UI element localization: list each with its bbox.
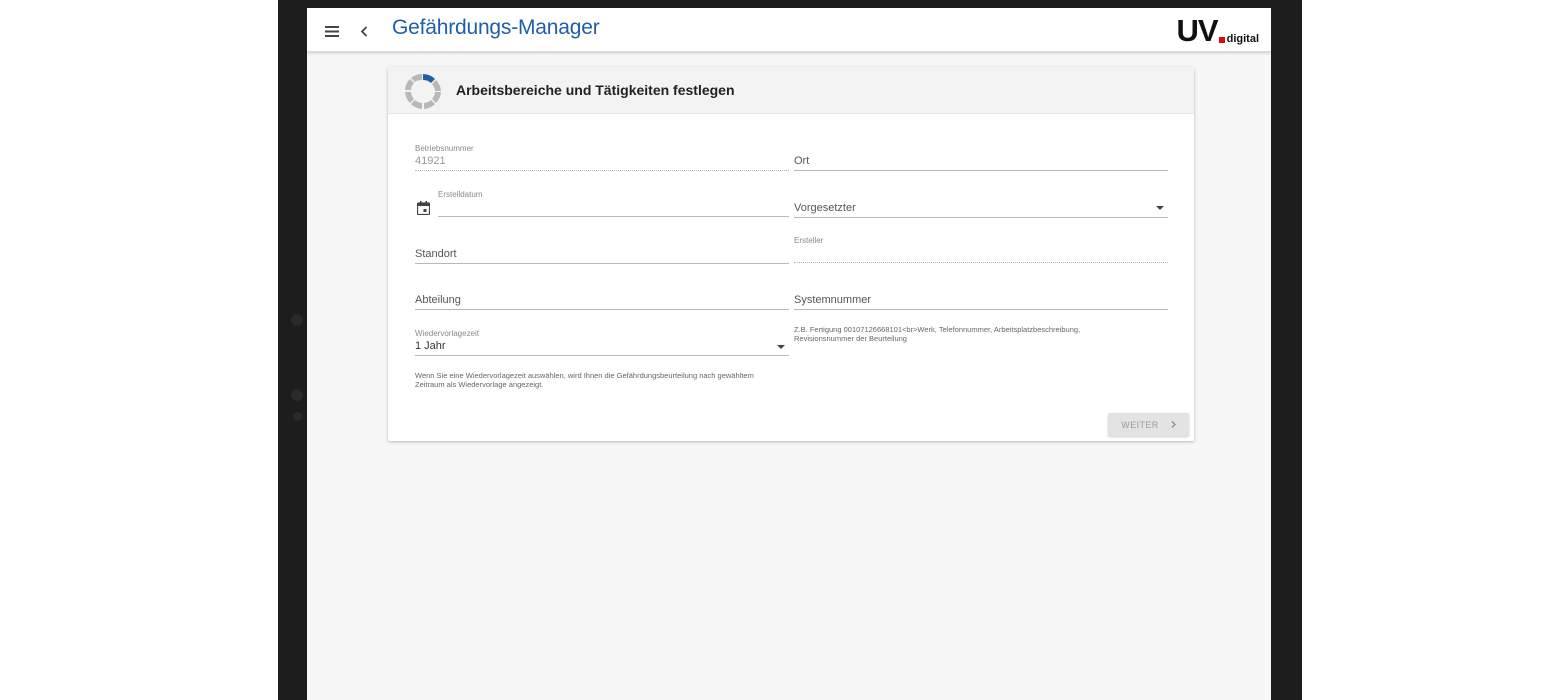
abteilung-placeholder: Abteilung [415, 294, 461, 306]
field-underline [415, 170, 789, 171]
ort-field[interactable]: Ort [794, 154, 1168, 171]
field-underline [415, 309, 789, 310]
chevron-right-icon [1171, 421, 1176, 428]
logo-sub-text: digital [1226, 33, 1259, 45]
field-underline [794, 309, 1168, 310]
device-button [291, 314, 303, 326]
betriebsnummer-label: Betriebsnummer [415, 144, 474, 153]
dropdown-caret-icon [777, 345, 785, 349]
abteilung-field[interactable]: Abteilung [415, 293, 789, 310]
erstelldatum-label: Erstelldatum [438, 190, 483, 199]
device-button [293, 412, 302, 421]
chevron-left-icon[interactable] [353, 20, 375, 42]
progress-ring-icon [405, 73, 441, 109]
vorgesetzter-select[interactable]: Vorgesetzter [794, 201, 1168, 218]
systemnummer-hint: Z.B. Fertigung 00107126668101<br>Werk, T… [794, 325, 1174, 343]
ersteller-label: Ersteller [794, 236, 824, 245]
betriebsnummer-field[interactable]: Betriebsnummer 41921 [415, 144, 789, 171]
uv-digital-logo: UV digital [1177, 14, 1259, 46]
field-underline [794, 217, 1168, 218]
app-title: Gefährdungs-Manager [392, 16, 600, 39]
field-underline [794, 170, 1168, 171]
erstelldatum-value [438, 200, 789, 214]
calendar-icon[interactable] [416, 201, 431, 216]
field-underline [794, 262, 1168, 263]
device-button [291, 389, 303, 401]
betriebsnummer-value: 41921 [415, 155, 446, 167]
field-underline [415, 355, 789, 356]
wiedervorlagezeit-value: 1 Jahr [415, 340, 446, 352]
app-bar: Gefährdungs-Manager UV digital [307, 8, 1271, 52]
logo-dot [1218, 37, 1225, 43]
wiedervorlagezeit-hint-line2: Zeitraum als Wiedervorlage angezeigt. [415, 380, 544, 389]
logo-main-text: UV [1176, 13, 1219, 48]
next-button[interactable]: WEITER [1108, 413, 1189, 436]
standort-field[interactable]: Standort [415, 247, 789, 264]
wiedervorlagezeit-label: Wiedervorlagezeit [415, 329, 480, 338]
field-underline [438, 216, 789, 217]
vorgesetzter-placeholder: Vorgesetzter [794, 202, 856, 214]
form-card: Arbeitsbereiche und Tätigkeiten festlege… [388, 67, 1194, 441]
wiedervorlagezeit-hint: Wenn Sie eine Wiedervorlagezeit auswähle… [415, 371, 795, 389]
wiedervorlagezeit-hint-line1: Wenn Sie eine Wiedervorlagezeit auswähle… [415, 371, 754, 380]
erstelldatum-field[interactable]: Erstelldatum [438, 190, 789, 217]
card-header: Arbeitsbereiche und Tätigkeiten festlege… [388, 67, 1194, 114]
ort-placeholder: Ort [794, 155, 810, 167]
systemnummer-field[interactable]: Systemnummer [794, 293, 1168, 310]
app-screen: Gefährdungs-Manager UV digital Arbeitsbe… [307, 8, 1271, 700]
ersteller-field: Ersteller [794, 236, 1168, 263]
ersteller-value [794, 246, 1168, 260]
standort-placeholder: Standort [415, 248, 457, 260]
field-underline [415, 263, 789, 264]
systemnummer-hint-line1: Z.B. Fertigung 00107126668101<br>Werk, T… [794, 325, 1081, 334]
wiedervorlagezeit-select[interactable]: Wiedervorlagezeit 1 Jahr [415, 329, 789, 356]
next-button-label: WEITER [1121, 419, 1159, 430]
dropdown-caret-icon [1156, 206, 1164, 210]
systemnummer-hint-line2: Revisionsnummer der Beurteilung [794, 334, 907, 343]
menu-icon[interactable] [321, 20, 343, 42]
systemnummer-placeholder: Systemnummer [794, 294, 872, 306]
card-title: Arbeitsbereiche und Tätigkeiten festlege… [456, 82, 735, 98]
